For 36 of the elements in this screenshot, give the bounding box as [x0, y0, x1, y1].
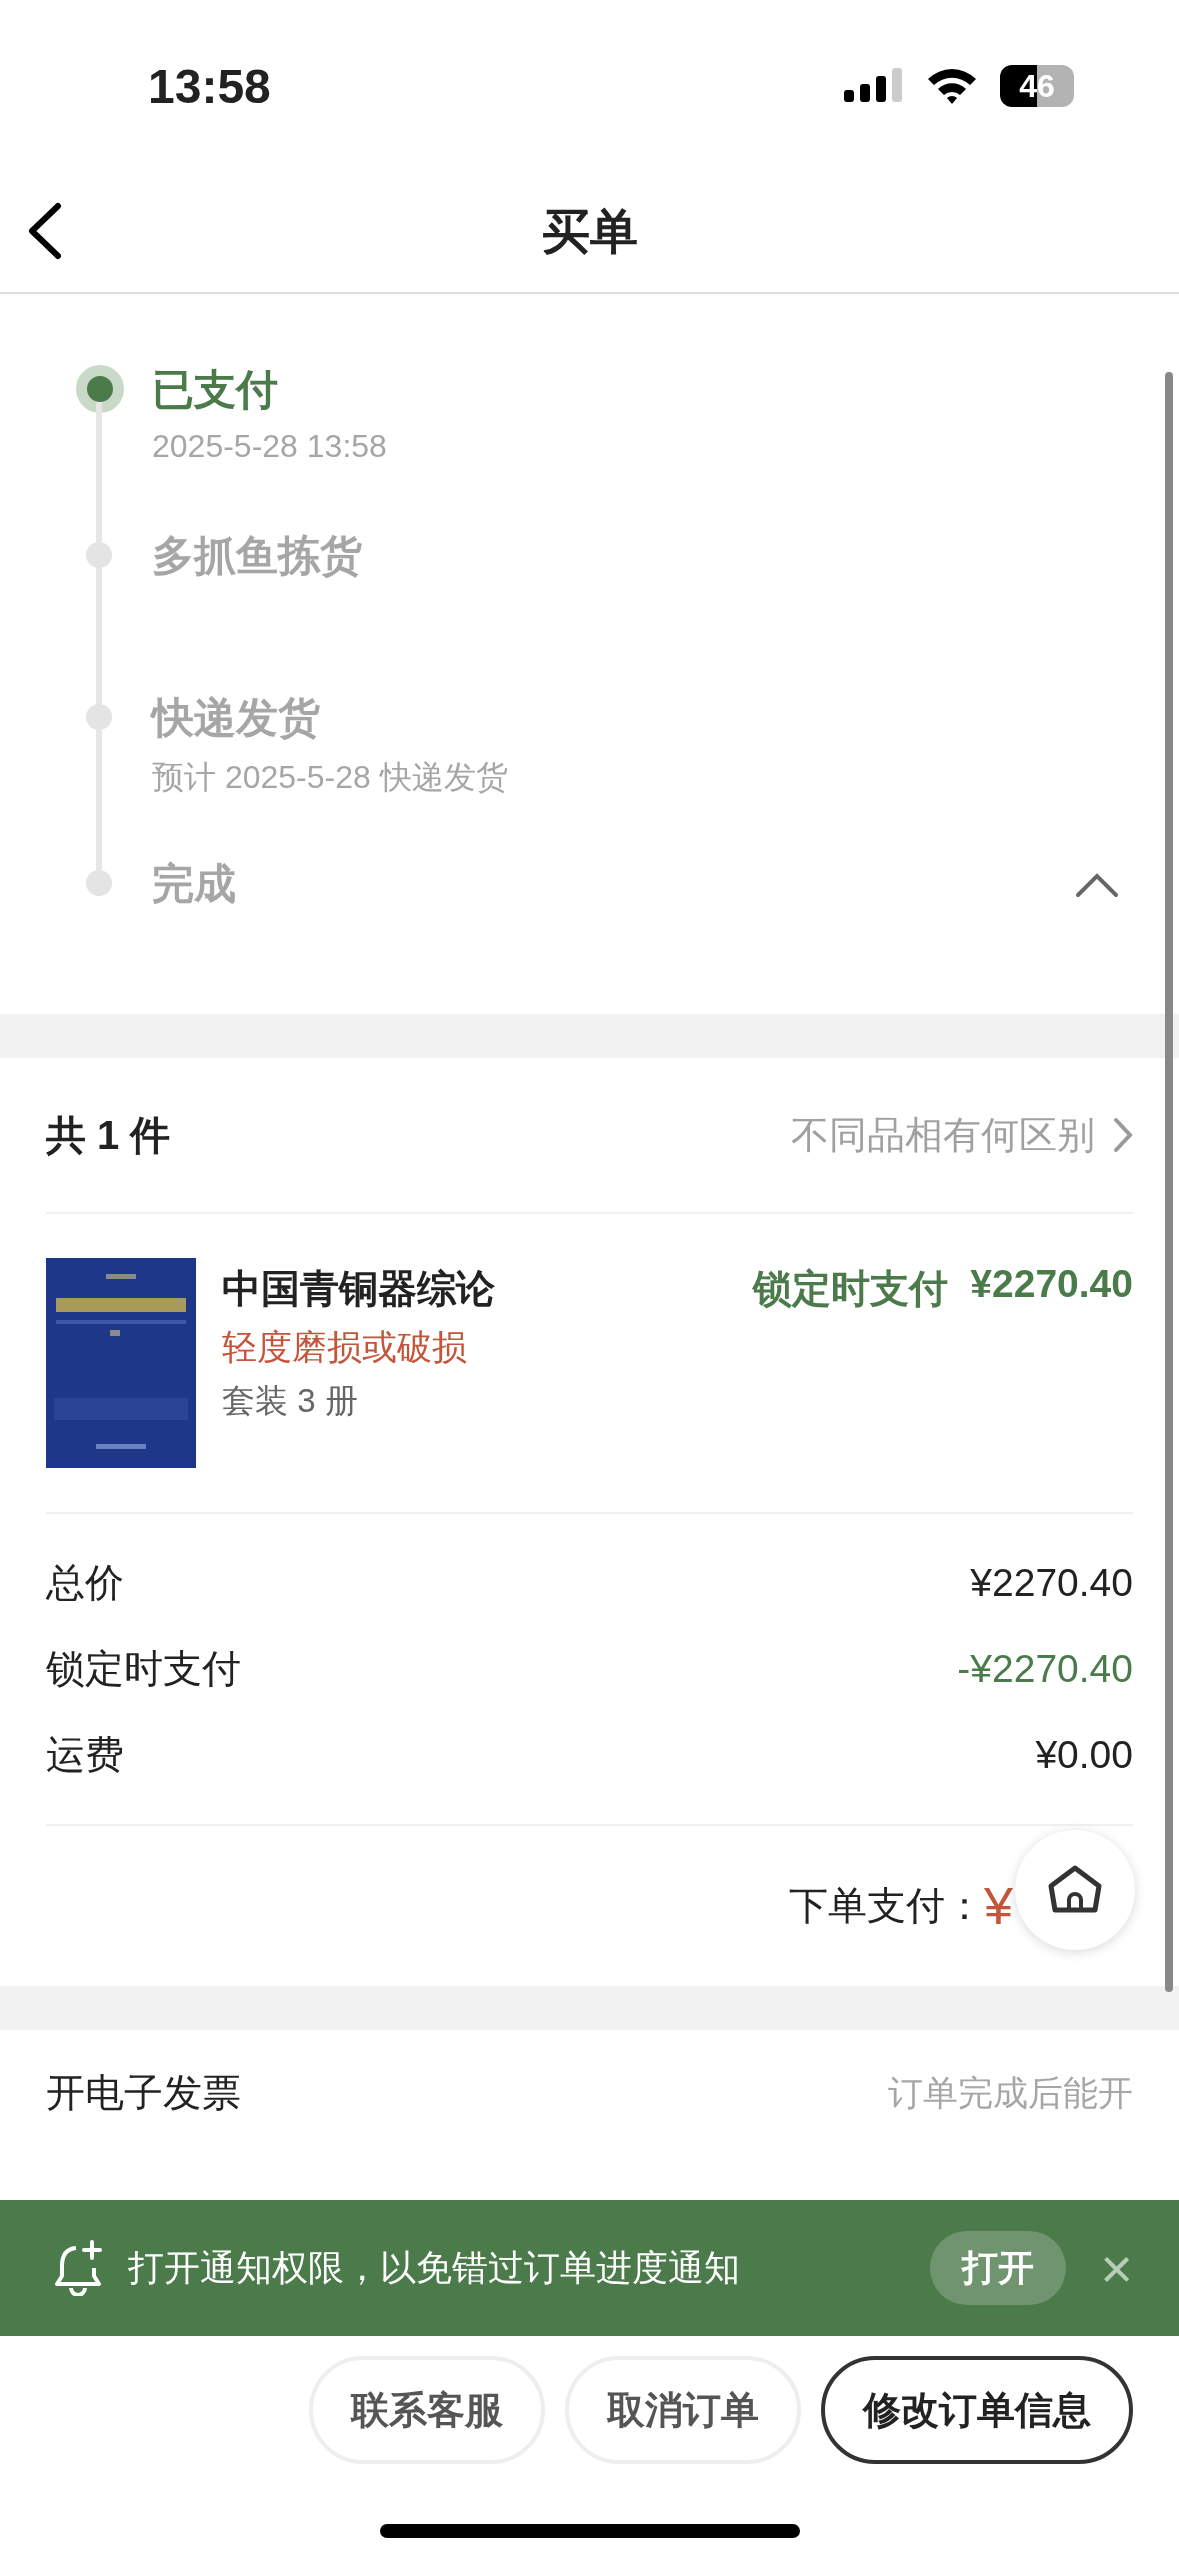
summary-value: ¥0.00 [1035, 1733, 1133, 1777]
action-button[interactable]: 联系客服 [309, 2356, 545, 2464]
home-button[interactable] [1015, 1830, 1135, 1950]
step-subtitle: 2025-5-28 13:58 [152, 428, 387, 465]
step-title: 完成 [152, 859, 236, 909]
price-label: 锁定时支付 [753, 1266, 949, 1312]
step-title: 快递发货 [152, 693, 321, 743]
signal-icon [844, 68, 904, 104]
summary-value: -¥2270.40 [957, 1647, 1133, 1691]
summary-label: 运费 [46, 1732, 124, 1778]
back-icon[interactable] [26, 202, 62, 260]
page-title: 买单 [541, 204, 638, 260]
summary-label: 锁定时支付 [46, 1646, 241, 1692]
action-button[interactable]: 取消订单 [565, 2356, 801, 2464]
summary-value: ¥2270.40 [970, 1561, 1133, 1605]
bell-icon [54, 2240, 104, 2296]
item-count: 共 1 件 [46, 1111, 171, 1159]
step-title: 已支付 [152, 365, 279, 415]
action-button[interactable]: 修改订单信息 [821, 2356, 1133, 2464]
step-subtitle: 预计 2025-5-28 快递发货 [152, 758, 508, 797]
payment-label: 下单支付： [789, 1883, 985, 1929]
wifi-icon [926, 67, 978, 105]
payment-value: ¥ [984, 1876, 1013, 1936]
invoice-label: 开电子发票 [46, 2070, 241, 2116]
chevron-right-icon [1113, 1117, 1133, 1153]
summary-label: 总价 [46, 1560, 124, 1606]
notification-text: 打开通知权限，以免错过订单进度通知 [128, 2245, 741, 2290]
product-spec: 套装 3 册 [222, 1381, 359, 1421]
step-title: 多抓鱼拣货 [152, 531, 362, 581]
invoice-hint: 订单完成后能开 [888, 2071, 1133, 2114]
collapse-icon[interactable] [1075, 872, 1119, 898]
status-time: 13:58 [148, 58, 271, 114]
scrollbar[interactable] [1165, 372, 1173, 1992]
product-title: 中国青铜器综论 [222, 1266, 495, 1312]
product-condition: 轻度磨损或破损 [222, 1326, 468, 1368]
product-price: ¥2270.40 [970, 1262, 1133, 1307]
